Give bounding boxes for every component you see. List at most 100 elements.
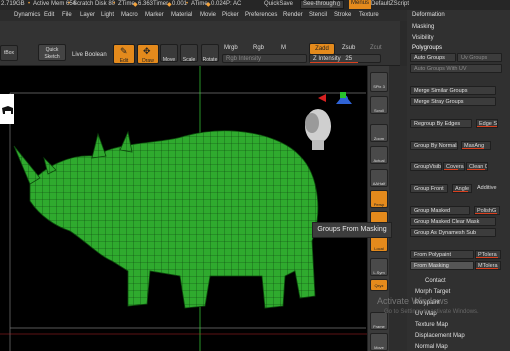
quick-sketch-button[interactable]: Quick Sketch — [38, 44, 66, 61]
menu-light[interactable]: Light — [101, 12, 114, 18]
zcut-button[interactable]: Zcut — [370, 45, 382, 51]
morph-target-header[interactable]: Morph Target — [415, 289, 450, 295]
rotate-button[interactable]: Rotate — [201, 44, 219, 63]
menu-edit[interactable]: Edit — [44, 12, 54, 18]
from-polypaint-button[interactable]: From Polypaint — [410, 250, 474, 259]
deformation-header[interactable]: Deformation — [412, 12, 445, 18]
activate-windows-watermark: Activate Windows — [377, 296, 449, 306]
top-toolbar: tBox Quick Sketch Live Boolean Edit ✎ Dr… — [0, 21, 400, 66]
zsub-button[interactable]: Zsub — [342, 45, 355, 51]
menu-file[interactable]: File — [62, 12, 72, 18]
visibility-header[interactable]: Visibility — [412, 35, 434, 41]
see-through-slider[interactable]: See-through 0 — [300, 0, 344, 9]
activate-windows-subtext: Go to Settings to activate Windows. — [384, 309, 479, 315]
spix-button[interactable]: SPix 3 — [370, 72, 388, 92]
merge-stray-button[interactable]: Merge Stray Groups — [410, 97, 496, 106]
mtolerance-fill — [476, 268, 498, 269]
ztime-value: 6.363 — [138, 1, 154, 7]
spix-value: 3 — [382, 84, 385, 89]
mrgb-button[interactable]: Mrgb — [224, 45, 238, 51]
actual-button[interactable]: Actual — [370, 146, 388, 164]
status-tail: P: AC — [226, 1, 242, 7]
menu-preferences[interactable]: Preferences — [245, 12, 277, 18]
group-by-normals-button[interactable]: Group By Normals — [410, 141, 458, 150]
max-ang-fill — [462, 148, 484, 149]
timer-label: Timer — [153, 1, 169, 7]
see-through-label: See-through — [303, 1, 337, 7]
angle-fill — [453, 191, 468, 192]
quicksave-button[interactable]: QuickSave — [264, 1, 293, 7]
regroup-by-edges-button[interactable]: Regroup By Edges — [410, 119, 472, 128]
menu-macro[interactable]: Macro — [121, 12, 138, 18]
persp-button[interactable]: Persp — [370, 190, 388, 208]
spix-label: SPix — [373, 84, 382, 89]
move-view-button[interactable]: Move — [370, 333, 388, 351]
z-intensity-slider[interactable]: Z Intensity 25 — [309, 54, 381, 63]
auto-groups-uv-button[interactable]: Auto Groups With UV — [410, 64, 502, 73]
see-through-value: 0 — [337, 2, 341, 8]
coverage-fill — [444, 169, 458, 170]
mem-readout: 2.719GB — [1, 1, 25, 7]
lsym-button[interactable]: L.Sym — [370, 258, 388, 276]
xyz-button[interactable]: Qxyz — [370, 279, 388, 291]
edit-icon: ✎ — [120, 46, 128, 56]
menu-picker[interactable]: Picker — [222, 12, 239, 18]
menu-layer[interactable]: Layer — [80, 12, 95, 18]
viewport-graphics — [0, 66, 367, 351]
dot-icon: • — [113, 1, 116, 7]
menu-dynamics[interactable]: Dynamics — [14, 12, 40, 18]
dot-icon: • — [28, 1, 31, 7]
menu-stroke[interactable]: Stroke — [334, 12, 351, 18]
menu-texture[interactable]: Texture — [359, 12, 379, 18]
group-visible-button[interactable]: GroupVisible — [410, 162, 442, 171]
diamond-icon: ◆ — [133, 2, 138, 8]
scale-button[interactable]: Scale — [180, 44, 198, 63]
normal-map-header[interactable]: Normal Map — [415, 344, 448, 350]
move-button[interactable]: Move — [160, 44, 178, 63]
live-boolean-button[interactable]: Live Boolean — [72, 52, 107, 58]
menu-material[interactable]: Material — [171, 12, 192, 18]
rhino-mesh — [13, 130, 319, 309]
menu-stencil[interactable]: Stencil — [309, 12, 327, 18]
masking-header[interactable]: Masking — [412, 24, 434, 30]
diamond-icon: ◆ — [206, 2, 211, 8]
group-front-button[interactable]: Group Front — [410, 184, 448, 193]
clean-fill — [467, 169, 485, 170]
merge-similar-button[interactable]: Merge Similar Groups — [410, 86, 496, 95]
status-bar: 2.719GB • Active Mem 654 • Scratch Disk … — [0, 0, 510, 10]
aahalf-button[interactable]: AAHalf — [370, 169, 388, 187]
additive-toggle[interactable]: Additive — [475, 184, 501, 193]
scratch-disk: Scratch Disk 80 — [73, 1, 116, 7]
atime-value: 0.024 — [211, 1, 227, 7]
draw-icon: ✥ — [143, 46, 151, 56]
polish-fill — [475, 213, 497, 214]
diamond-icon: ◆ — [167, 2, 172, 8]
rgb-button[interactable]: Rgb — [253, 45, 264, 51]
m-button[interactable]: M — [281, 45, 286, 51]
polygroups-header[interactable]: Polygroups — [412, 45, 442, 51]
ptolerance-fill — [476, 257, 498, 258]
scroll-button[interactable]: Scroll — [370, 96, 388, 114]
zoom-button[interactable]: Zoom — [370, 124, 388, 142]
contact-header[interactable]: Contact — [425, 278, 446, 284]
texture-map-header[interactable]: Texture Map — [415, 322, 448, 328]
menu-movie[interactable]: Movie — [200, 12, 216, 18]
group-masked-clear-mask-button[interactable]: Group Masked Clear Mask — [410, 217, 496, 226]
auto-groups-button[interactable]: Auto Groups — [410, 53, 456, 62]
lightbox-button[interactable]: tBox — [0, 45, 18, 61]
group-masked-button[interactable]: Group Masked — [410, 206, 470, 215]
z-intensity-fill — [310, 62, 358, 63]
default-zscript-button[interactable]: DefaultZScript — [371, 1, 409, 7]
menu-marker[interactable]: Marker — [145, 12, 164, 18]
tooltip: Groups From Masking — [312, 222, 392, 238]
dot-icon: • — [68, 1, 71, 7]
from-masking-button[interactable]: From Masking — [410, 261, 474, 270]
menu-render[interactable]: Render — [283, 12, 303, 18]
group-as-dynamesh-sub-button[interactable]: Group As Dynamesh Sub — [410, 228, 496, 237]
displacement-map-header[interactable]: Displacement Map — [415, 333, 465, 339]
timer-value: 0.001 — [172, 1, 188, 7]
rgb-intensity-slider[interactable]: Rgb Intensity — [222, 54, 307, 63]
menus-button[interactable]: Menus — [349, 0, 372, 9]
uv-groups-button[interactable]: Uv Groups — [457, 53, 502, 62]
viewport-canvas[interactable] — [0, 66, 367, 351]
